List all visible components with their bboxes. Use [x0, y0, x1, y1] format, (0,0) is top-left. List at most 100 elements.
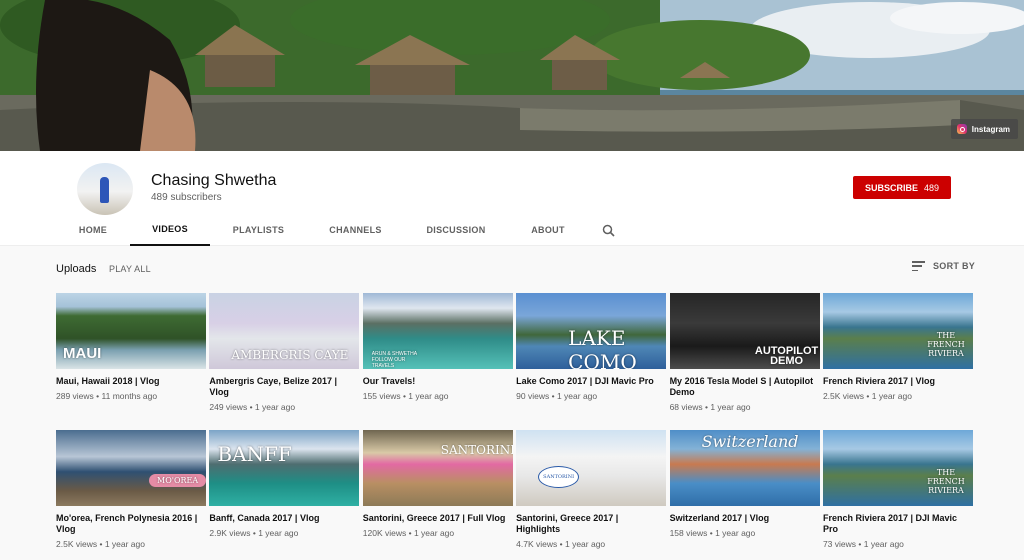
video-title[interactable]: Santorini, Greece 2017 | Full Vlog	[363, 513, 513, 524]
video-meta: 68 views • 1 year ago	[669, 402, 751, 412]
video-card[interactable]: LAKE COMO Lake Como 2017 | DJI Mavic Pro…	[516, 293, 667, 430]
tab-playlists[interactable]: PLAYLISTS	[210, 214, 307, 246]
view-count: 68 views	[669, 402, 703, 412]
tab-about[interactable]: ABOUT	[508, 214, 588, 246]
channel-banner: Instagram	[0, 0, 1024, 151]
subscribe-count: 489	[923, 182, 940, 193]
video-card[interactable]: MAUI Maui, Hawaii 2018 | Vlog 289 views …	[56, 293, 206, 430]
upload-age: 1 year ago	[863, 539, 904, 549]
thumbnail-text: AUTOPILOT DEMO	[754, 345, 819, 367]
view-count: 4.7K views	[516, 539, 558, 549]
video-meta: 90 views • 1 year ago	[516, 391, 598, 401]
video-title[interactable]: Switzerland 2017 | Vlog	[670, 513, 820, 524]
video-thumbnail[interactable]: THE FRENCH RIVIERA	[822, 293, 973, 369]
video-meta: 155 views • 1 year ago	[362, 391, 449, 401]
upload-age: 1 year ago	[871, 391, 912, 401]
video-card[interactable]: AMBERGRIS CAYE Ambergris Caye, Belize 20…	[209, 293, 360, 430]
thumbnail-text: BANFF	[217, 442, 292, 466]
thumbnail-text: SANTORINI	[538, 466, 580, 488]
thumbnail-text: THE FRENCH RIVIERA	[927, 331, 965, 358]
sort-by-label: SORT BY	[933, 261, 976, 271]
video-thumbnail[interactable]: SANTORINI	[516, 430, 667, 506]
videos-section: Uploads PLAY ALL SORT BY MAUI Maui, Hawa…	[0, 246, 1024, 559]
play-all-button[interactable]: PLAY ALL	[109, 264, 151, 274]
view-count: 2.5K views	[822, 391, 865, 401]
upload-age: 1 year ago	[564, 539, 606, 549]
video-meta: 2.5K views • 1 year ago	[822, 391, 912, 401]
video-meta: 249 views • 1 year ago	[209, 402, 296, 412]
video-thumbnail[interactable]: BANFF	[209, 430, 360, 506]
channel-avatar[interactable]	[77, 163, 133, 215]
video-card[interactable]: AUTOPILOT DEMO My 2016 Tesla Model S | A…	[669, 293, 820, 430]
video-title[interactable]: Our Travels!	[363, 376, 513, 387]
thumbnail-text: LAKE COMO	[568, 326, 637, 369]
video-thumbnail[interactable]: AUTOPILOT DEMO	[669, 293, 820, 369]
video-card[interactable]: THE FRENCH RIVIERA French Riviera 2017 |…	[822, 293, 973, 430]
view-count: 90 views	[516, 391, 550, 401]
view-count: 2.9K views	[209, 528, 251, 538]
sort-by-button[interactable]: SORT BY	[912, 261, 975, 271]
upload-age: 1 year ago	[715, 528, 756, 538]
video-thumbnail[interactable]: MO'OREA	[56, 430, 206, 506]
tab-home[interactable]: HOME	[56, 214, 130, 246]
subscribe-label: SUBSCRIBE	[864, 182, 918, 193]
thumbnail-text: AMBERGRIS CAYE	[231, 348, 349, 362]
upload-age: 1 year ago	[104, 539, 145, 549]
video-thumbnail[interactable]: AMBERGRIS CAYE	[209, 293, 360, 369]
upload-age: 11 months ago	[101, 391, 158, 401]
view-count: 155 views	[362, 391, 401, 401]
video-title[interactable]: French Riviera 2017 | DJI Mavic Pro	[823, 513, 973, 535]
subscriber-count: 489 subscribers	[151, 192, 222, 203]
uploads-heading: Uploads	[56, 263, 97, 275]
channel-name: Chasing Shwetha	[151, 172, 277, 189]
upload-age: 1 year ago	[413, 528, 455, 538]
upload-age: 1 year ago	[710, 402, 751, 412]
video-card[interactable]: THE FRENCH RIVIERA French Riviera 2017 |…	[822, 430, 973, 560]
video-card[interactable]: BANFF Banff, Canada 2017 | Vlog 2.9K vie…	[209, 430, 360, 560]
video-thumbnail[interactable]: SANTORINI	[362, 430, 513, 506]
video-meta: 158 views • 1 year ago	[669, 528, 756, 538]
thumbnail-text: MO'OREA	[149, 474, 206, 487]
video-thumbnail[interactable]: Switzerland	[669, 430, 820, 506]
video-title[interactable]: Santorini, Greece 2017 | Highlights	[516, 513, 666, 535]
view-count: 2.5K views	[56, 539, 98, 549]
channel-search-button[interactable]	[588, 214, 628, 246]
instagram-link[interactable]: Instagram	[950, 119, 1018, 139]
video-grid: MAUI Maui, Hawaii 2018 | Vlog 289 views …	[56, 293, 973, 560]
video-meta: 120K views • 1 year ago	[362, 528, 455, 538]
video-title[interactable]: Banff, Canada 2017 | Vlog	[209, 513, 359, 524]
view-count: 73 views	[822, 539, 857, 549]
video-title[interactable]: French Riviera 2017 | Vlog	[823, 376, 973, 387]
video-thumbnail[interactable]: THE FRENCH RIVIERA	[822, 430, 973, 506]
tab-channels[interactable]: CHANNELS	[307, 214, 404, 246]
tab-discussion[interactable]: DISCUSSION	[404, 214, 508, 246]
thumbnail-text: Switzerland	[701, 432, 799, 451]
video-title[interactable]: My 2016 Tesla Model S | Autopilot Demo	[670, 376, 820, 398]
instagram-link-label: Instagram	[971, 124, 1010, 134]
video-title[interactable]: Lake Como 2017 | DJI Mavic Pro	[516, 376, 666, 387]
tab-videos[interactable]: VIDEOS	[130, 214, 210, 246]
instagram-icon	[956, 124, 967, 134]
video-title[interactable]: Mo'orea, French Polynesia 2016 | Vlog	[56, 513, 206, 535]
video-title[interactable]: Maui, Hawaii 2018 | Vlog	[56, 376, 206, 387]
banner-art	[0, 0, 1024, 151]
upload-age: 1 year ago	[556, 391, 598, 401]
video-card[interactable]: MO'OREA Mo'orea, French Polynesia 2016 |…	[56, 430, 206, 560]
video-thumbnail[interactable]: MAUI	[56, 293, 206, 369]
video-card[interactable]: Switzerland Switzerland 2017 | Vlog 158 …	[669, 430, 820, 560]
video-meta: 2.9K views • 1 year ago	[209, 528, 299, 538]
upload-age: 1 year ago	[254, 402, 296, 412]
video-thumbnail[interactable]: LAKE COMO	[516, 293, 667, 369]
channel-tabs: HOME VIDEOS PLAYLISTS CHANNELS DISCUSSIO…	[56, 214, 628, 246]
thumbnail-text: ARUN & SHWETHA FOLLOW OUR TRAVELS	[371, 351, 417, 369]
video-card[interactable]: ARUN & SHWETHA FOLLOW OUR TRAVELS Our Tr…	[362, 293, 513, 430]
video-thumbnail[interactable]: ARUN & SHWETHA FOLLOW OUR TRAVELS	[362, 293, 513, 369]
subscribe-button[interactable]: SUBSCRIBE 489	[853, 176, 951, 199]
thumbnail-text: SANTORINI	[440, 443, 513, 457]
upload-age: 1 year ago	[408, 391, 449, 401]
video-card[interactable]: SANTORINI Santorini, Greece 2017 | Full …	[362, 430, 513, 560]
video-card[interactable]: SANTORINI Santorini, Greece 2017 | Highl…	[516, 430, 667, 560]
thumbnail-text: THE FRENCH RIVIERA	[927, 468, 965, 495]
channel-header: Chasing Shwetha 489 subscribers SUBSCRIB…	[0, 151, 1024, 246]
video-title[interactable]: Ambergris Caye, Belize 2017 | Vlog	[209, 376, 359, 398]
